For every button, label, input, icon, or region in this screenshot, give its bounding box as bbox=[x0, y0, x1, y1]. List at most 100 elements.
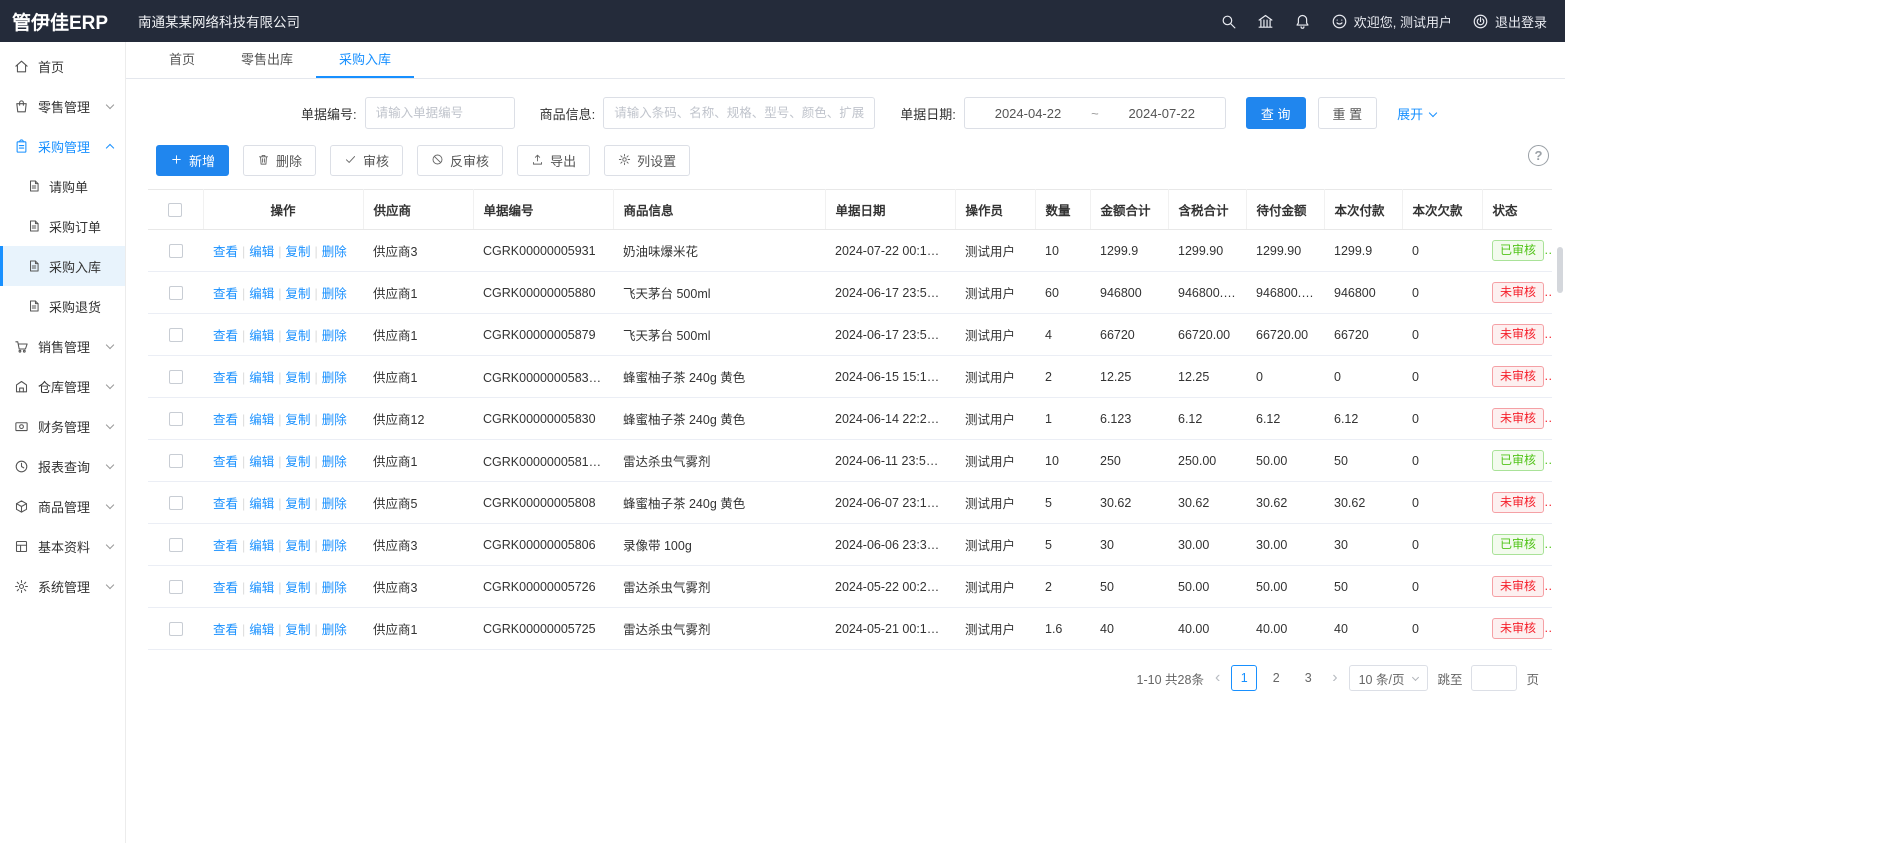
page-number-1[interactable]: 1 bbox=[1231, 665, 1257, 691]
row-action-view[interactable]: 查看 bbox=[213, 287, 238, 301]
sidebar-item-warehouse[interactable]: 仓库管理 bbox=[0, 366, 125, 406]
row-action-edit[interactable]: 编辑 bbox=[249, 497, 274, 511]
row-action-copy[interactable]: 复制 bbox=[286, 539, 311, 553]
row-action-edit[interactable]: 编辑 bbox=[249, 245, 274, 259]
row-action-edit[interactable]: 编辑 bbox=[249, 455, 274, 469]
sidebar-item-retail[interactable]: 零售管理 bbox=[0, 86, 125, 126]
row-action-view[interactable]: 查看 bbox=[213, 371, 238, 385]
row-action-edit[interactable]: 编辑 bbox=[249, 329, 274, 343]
sidebar-item-system[interactable]: 系统管理 bbox=[0, 566, 125, 606]
product-info-input[interactable] bbox=[603, 97, 875, 129]
row-checkbox[interactable] bbox=[169, 580, 183, 594]
row-action-copy[interactable]: 复制 bbox=[286, 623, 311, 637]
row-action-delete[interactable]: 删除 bbox=[322, 329, 347, 343]
next-page-button[interactable]: › bbox=[1330, 670, 1339, 686]
date-to-value[interactable]: 2024-07-22 bbox=[1129, 106, 1196, 121]
row-checkbox[interactable] bbox=[169, 538, 183, 552]
help-icon[interactable]: ? bbox=[1528, 145, 1549, 166]
search-icon[interactable] bbox=[1220, 13, 1237, 30]
date-from-value[interactable]: 2024-04-22 bbox=[995, 106, 1062, 121]
sidebar-item-report[interactable]: 报表查询 bbox=[0, 446, 125, 486]
cell-amount: 250 bbox=[1090, 440, 1168, 482]
row-action-delete[interactable]: 删除 bbox=[322, 455, 347, 469]
sidebar-item-home[interactable]: 首页 bbox=[0, 46, 125, 86]
page-number-3[interactable]: 3 bbox=[1295, 665, 1321, 691]
page-size-select[interactable]: 10 条/页 bbox=[1349, 665, 1429, 691]
row-action-copy[interactable]: 复制 bbox=[286, 413, 311, 427]
row-action-copy[interactable]: 复制 bbox=[286, 245, 311, 259]
row-action-delete[interactable]: 删除 bbox=[322, 413, 347, 427]
row-action-copy[interactable]: 复制 bbox=[286, 581, 311, 595]
row-action-copy[interactable]: 复制 bbox=[286, 497, 311, 511]
row-checkbox[interactable] bbox=[169, 454, 183, 468]
delete-button[interactable]: 删除 bbox=[243, 145, 316, 176]
sidebar-item-basic[interactable]: 基本资料 bbox=[0, 526, 125, 566]
row-action-copy[interactable]: 复制 bbox=[286, 329, 311, 343]
row-action-edit[interactable]: 编辑 bbox=[249, 581, 274, 595]
sidebar-item-label: 采购退货 bbox=[49, 297, 101, 316]
row-action-view[interactable]: 查看 bbox=[213, 497, 238, 511]
row-action-copy[interactable]: 复制 bbox=[286, 371, 311, 385]
sidebar-item-purchase-request[interactable]: 请购单 bbox=[0, 166, 125, 206]
sidebar-item-sales[interactable]: 销售管理 bbox=[0, 326, 125, 366]
add-button[interactable]: 新增 bbox=[156, 145, 229, 176]
order-no-input[interactable] bbox=[365, 97, 515, 129]
tab-home[interactable]: 首页 bbox=[146, 42, 218, 78]
row-action-delete[interactable]: 删除 bbox=[322, 539, 347, 553]
row-action-edit[interactable]: 编辑 bbox=[249, 539, 274, 553]
export-button[interactable]: 导出 bbox=[517, 145, 590, 176]
page-number-2[interactable]: 2 bbox=[1263, 665, 1289, 691]
row-action-delete[interactable]: 删除 bbox=[322, 371, 347, 385]
notification-bell-icon[interactable] bbox=[1294, 13, 1311, 30]
row-action-edit[interactable]: 编辑 bbox=[249, 287, 274, 301]
sidebar-item-goods[interactable]: 商品管理 bbox=[0, 486, 125, 526]
row-action-delete[interactable]: 删除 bbox=[322, 497, 347, 511]
tab-purchase-inbound[interactable]: 采购入库 bbox=[316, 42, 414, 78]
search-button[interactable]: 查 询 bbox=[1246, 97, 1306, 129]
row-checkbox[interactable] bbox=[169, 412, 183, 426]
row-action-copy[interactable]: 复制 bbox=[286, 455, 311, 469]
date-range-picker[interactable]: 2024-04-22 ~ 2024-07-22 bbox=[964, 97, 1226, 129]
row-action-edit[interactable]: 编辑 bbox=[249, 371, 274, 385]
row-action-view[interactable]: 查看 bbox=[213, 581, 238, 595]
tab-retail-outbound[interactable]: 零售出库 bbox=[218, 42, 316, 78]
row-action-edit[interactable]: 编辑 bbox=[249, 623, 274, 637]
logout-button[interactable]: 退出登录 bbox=[1472, 12, 1547, 31]
row-action-delete[interactable]: 删除 bbox=[322, 245, 347, 259]
row-action-view[interactable]: 查看 bbox=[213, 623, 238, 637]
sidebar-item-finance[interactable]: 财务管理 bbox=[0, 406, 125, 446]
row-checkbox[interactable] bbox=[169, 328, 183, 342]
row-checkbox[interactable] bbox=[169, 244, 183, 258]
cell-order_no: CGRK00000005806 bbox=[473, 524, 613, 566]
prev-page-button[interactable]: ‹ bbox=[1213, 670, 1222, 686]
table-row: 查看|编辑|复制|删除供应商3CGRK00000005726雷达杀虫气雾剂202… bbox=[148, 566, 1552, 608]
unaudit-button[interactable]: 反审核 bbox=[417, 145, 503, 176]
row-checkbox[interactable] bbox=[169, 622, 183, 636]
expand-toggle[interactable]: 展开 bbox=[1397, 104, 1436, 123]
building-icon[interactable] bbox=[1257, 13, 1274, 30]
sidebar-item-purchase-return[interactable]: 采购退货 bbox=[0, 286, 125, 326]
row-action-view[interactable]: 查看 bbox=[213, 245, 238, 259]
row-action-edit[interactable]: 编辑 bbox=[249, 413, 274, 427]
sidebar-item-purchase-order[interactable]: 采购订单 bbox=[0, 206, 125, 246]
row-action-delete[interactable]: 删除 bbox=[322, 287, 347, 301]
select-all-checkbox[interactable] bbox=[168, 203, 182, 217]
row-action-delete[interactable]: 删除 bbox=[322, 623, 347, 637]
audit-button[interactable]: 审核 bbox=[330, 145, 403, 176]
row-action-view[interactable]: 查看 bbox=[213, 329, 238, 343]
row-checkbox[interactable] bbox=[169, 496, 183, 510]
sidebar-item-purchase-inbound[interactable]: 采购入库 bbox=[0, 246, 125, 286]
row-checkbox[interactable] bbox=[169, 286, 183, 300]
row-action-view[interactable]: 查看 bbox=[213, 413, 238, 427]
reset-button[interactable]: 重 置 bbox=[1318, 97, 1378, 129]
table-scrollbar[interactable] bbox=[1557, 247, 1563, 293]
welcome-user[interactable]: 欢迎您, 测试用户 bbox=[1331, 12, 1452, 31]
row-action-view[interactable]: 查看 bbox=[213, 455, 238, 469]
row-action-delete[interactable]: 删除 bbox=[322, 581, 347, 595]
row-action-copy[interactable]: 复制 bbox=[286, 287, 311, 301]
jump-page-input[interactable] bbox=[1471, 665, 1517, 691]
sidebar-item-purchase[interactable]: 采购管理 bbox=[0, 126, 125, 166]
row-action-view[interactable]: 查看 bbox=[213, 539, 238, 553]
row-checkbox[interactable] bbox=[169, 370, 183, 384]
column-settings-button[interactable]: 列设置 bbox=[604, 145, 690, 176]
